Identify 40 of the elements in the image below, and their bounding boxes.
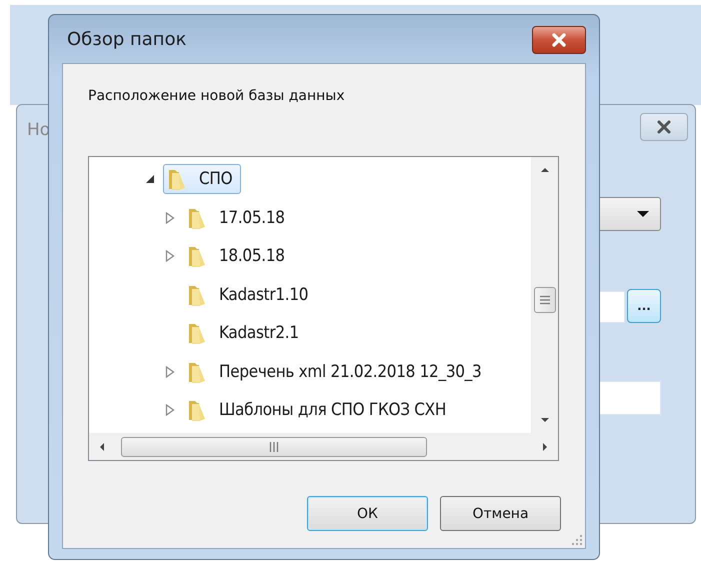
right-arrow-icon[interactable]	[542, 442, 548, 452]
ok-button[interactable]: ОК	[307, 496, 428, 531]
browse-button[interactable]: ...	[627, 289, 661, 323]
collapsed-arrow-icon[interactable]	[165, 404, 175, 416]
resize-grip-icon[interactable]	[571, 534, 583, 546]
tree-item[interactable]: Kadastr2.1	[183, 318, 308, 348]
close-icon	[655, 120, 673, 134]
folder-name: Kadastr2.1	[219, 323, 299, 344]
tree-item[interactable]: Перечень xml 21.02.2018 12_30_3	[183, 356, 490, 387]
expanded-arrow-icon[interactable]	[145, 174, 155, 184]
folder-name: Перечень xml 21.02.2018 12_30_3	[219, 362, 482, 382]
folder-name: Шаблоны для СПО ГКОЗ СХН	[219, 400, 446, 420]
cancel-button[interactable]: Отмена	[440, 496, 561, 531]
caret-icon	[636, 210, 650, 218]
folder-name: Kadastr1.10	[219, 284, 308, 305]
prompt-text: Расположение новой базы данных	[88, 88, 346, 104]
tree-item[interactable]: СПО	[163, 164, 242, 194]
down-arrow-icon[interactable]	[540, 417, 550, 423]
horizontal-scrollbar[interactable]	[89, 433, 558, 460]
scroll-thumb[interactable]	[121, 436, 427, 456]
collapsed-arrow-icon[interactable]	[165, 212, 175, 224]
vertical-scrollbar[interactable]	[531, 157, 558, 433]
collapsed-arrow-icon[interactable]	[165, 366, 175, 378]
window-title: Обзор папок	[66, 28, 186, 50]
tree-item[interactable]: 18.05.18	[183, 241, 294, 272]
up-arrow-icon[interactable]	[540, 167, 550, 173]
grip-icon	[269, 440, 279, 452]
tree-item[interactable]: Шаблоны для СПО ГКОЗ СХН	[183, 395, 456, 426]
close-button[interactable]	[640, 113, 688, 141]
tree-item[interactable]: 17.05.18	[183, 202, 294, 233]
scroll-thumb[interactable]	[534, 287, 556, 313]
tree-item[interactable]: Kadastr1.10	[183, 280, 318, 310]
folder-name: 17.05.18	[219, 208, 285, 228]
folder-tree[interactable]: СПО 17.05.18 18.05.18 Kadastr1.10 Kadastr2.1 Перечень xml 21.02.2018 12_30_3 Шаблоны для СПО ГКОЗ СХН	[88, 156, 559, 461]
left-arrow-icon[interactable]	[99, 442, 105, 452]
collapsed-arrow-icon[interactable]	[165, 250, 175, 262]
folder-name: 18.05.18	[219, 246, 285, 266]
grip-icon	[538, 295, 550, 305]
folder-name: СПО	[199, 169, 232, 190]
close-button[interactable]	[532, 26, 586, 54]
